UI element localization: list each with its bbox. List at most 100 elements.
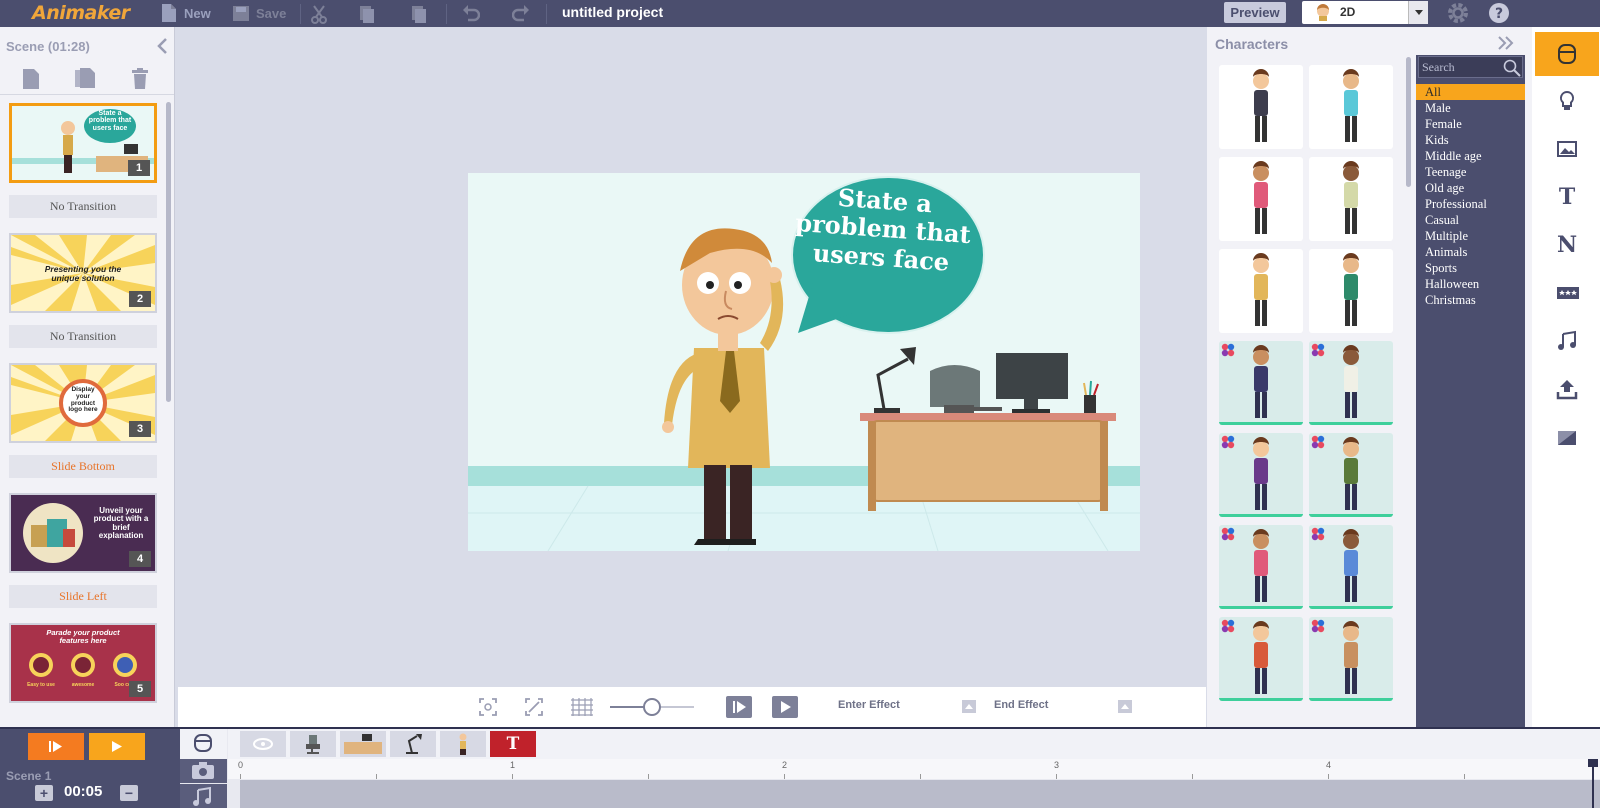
category-casual[interactable]: Casual: [1416, 212, 1525, 228]
help-icon[interactable]: ?: [1488, 2, 1510, 24]
scenes-scrollbar[interactable]: [166, 102, 171, 402]
character-tile-woman-saree[interactable]: [1219, 617, 1303, 701]
redo-icon[interactable]: [512, 4, 530, 24]
end-effect-label[interactable]: End Effect: [994, 699, 1048, 711]
rail-backgrounds-button[interactable]: [1535, 127, 1599, 171]
scene-thumbnail-4[interactable]: Unveil your product with a brief explana…: [9, 493, 157, 573]
category-all[interactable]: All: [1416, 84, 1525, 100]
category-old-age[interactable]: Old age: [1416, 180, 1525, 196]
rail-characters-button[interactable]: [1535, 32, 1599, 76]
project-title[interactable]: untitled project: [562, 4, 663, 20]
expand-icon[interactable]: [524, 697, 544, 717]
transition-4[interactable]: Slide Left: [9, 585, 157, 608]
end-effect-toggle-icon[interactable]: [1118, 700, 1132, 713]
office-chair[interactable]: [930, 365, 980, 413]
play-scene-from-start-button[interactable]: [28, 733, 84, 760]
scene-thumbnail-3[interactable]: Display your product logo here 3: [9, 363, 157, 443]
character-tile-girl[interactable]: [1219, 157, 1303, 241]
copy-icon[interactable]: [358, 4, 376, 24]
play-button[interactable]: [772, 696, 798, 718]
category-halloween[interactable]: Halloween: [1416, 276, 1525, 292]
enter-effect-toggle-icon[interactable]: [962, 700, 976, 713]
play-scene-button[interactable]: [89, 733, 145, 760]
timeline-playhead[interactable]: [1588, 759, 1598, 808]
enter-effect-label[interactable]: Enter Effect: [838, 699, 900, 711]
timeline-object-hidden[interactable]: [240, 731, 286, 757]
save-button[interactable]: Save: [232, 3, 286, 23]
category-male[interactable]: Male: [1416, 100, 1525, 116]
timeline-character-tab[interactable]: [180, 729, 227, 759]
rail-props-button[interactable]: [1535, 79, 1599, 123]
timeline-object-text[interactable]: T: [490, 731, 536, 757]
category-sports[interactable]: Sports: [1416, 260, 1525, 276]
desk-lamp[interactable]: [874, 347, 916, 413]
paste-icon[interactable]: [410, 4, 428, 24]
characters-scrollbar[interactable]: [1406, 57, 1411, 187]
delete-scene-icon[interactable]: [129, 67, 151, 91]
character-tile-african-man[interactable]: [1309, 433, 1393, 517]
category-multiple[interactable]: Multiple: [1416, 228, 1525, 244]
timeline-track-bar[interactable]: [240, 780, 1600, 808]
character-tile-office-man[interactable]: [1219, 249, 1303, 333]
timeline-object-character[interactable]: [440, 731, 486, 757]
timeline-object-desk[interactable]: [340, 731, 386, 757]
mode-select[interactable]: 2D: [1302, 1, 1428, 24]
character-tile-mummy[interactable]: [1309, 157, 1393, 241]
collapse-panel-icon[interactable]: [156, 37, 168, 55]
character-tile-man-kurta[interactable]: [1309, 617, 1393, 701]
transition-3[interactable]: Slide Bottom: [9, 455, 157, 478]
increase-duration-button[interactable]: +: [35, 785, 53, 801]
category-professional[interactable]: Professional: [1416, 196, 1525, 212]
character-tile-boy[interactable]: [1309, 249, 1393, 333]
timeline-object-chair[interactable]: [290, 731, 336, 757]
rail-numbers-button[interactable]: N: [1535, 223, 1599, 267]
undo-icon[interactable]: [462, 4, 480, 24]
transition-1[interactable]: No Transition: [9, 195, 157, 218]
scene-thumbnail-1[interactable]: State a problem that users face 1: [9, 103, 157, 183]
character-tile-nurse[interactable]: [1309, 65, 1393, 149]
character-tile-chinese-woman[interactable]: [1219, 525, 1303, 609]
timeline-object-lamp[interactable]: [390, 731, 436, 757]
character-tile-businesswoman[interactable]: [1219, 65, 1303, 149]
add-scene-icon[interactable]: [20, 67, 42, 91]
category-christmas[interactable]: Christmas: [1416, 292, 1525, 308]
pencil-cup[interactable]: [1083, 380, 1099, 413]
character-tile-woman-hijab[interactable]: [1219, 341, 1303, 425]
play-from-start-button[interactable]: [726, 696, 752, 718]
grid-icon[interactable]: [570, 697, 594, 717]
category-kids[interactable]: Kids: [1416, 132, 1525, 148]
new-button[interactable]: New: [160, 3, 211, 23]
scene-thumbnail-2[interactable]: Presenting you the unique solution 2: [9, 233, 157, 313]
scene-canvas[interactable]: State a problem that users face: [468, 173, 1140, 551]
speech-bubble-text[interactable]: State a problem that users face: [785, 180, 980, 278]
category-teenage[interactable]: Teenage: [1416, 164, 1525, 180]
category-middle-age[interactable]: Middle age: [1416, 148, 1525, 164]
decrease-duration-button[interactable]: −: [120, 785, 138, 801]
category-female[interactable]: Female: [1416, 116, 1525, 132]
character-tile-arab-man[interactable]: [1309, 341, 1393, 425]
zoom-slider-handle[interactable]: [643, 698, 661, 716]
rail-upload-button[interactable]: [1535, 367, 1599, 411]
fit-to-screen-icon[interactable]: [478, 697, 498, 717]
computer-monitor[interactable]: [968, 353, 1068, 413]
transition-2[interactable]: No Transition: [9, 325, 157, 348]
character-tile-man-blue-shirt[interactable]: [1309, 525, 1393, 609]
timeline-camera-tab[interactable]: [180, 759, 227, 783]
rail-music-button[interactable]: [1535, 319, 1599, 363]
scene-thumbnail-5[interactable]: Parade your product features here Easy t…: [9, 623, 157, 703]
category-animals[interactable]: Animals: [1416, 244, 1525, 260]
duplicate-scene-icon[interactable]: [74, 67, 96, 91]
office-desk[interactable]: [860, 413, 1116, 511]
gear-icon[interactable]: [1447, 2, 1469, 24]
rail-background-color-button[interactable]: [1535, 415, 1599, 459]
preview-button[interactable]: Preview: [1224, 2, 1286, 23]
search-icon[interactable]: [1503, 59, 1521, 77]
rail-text-button[interactable]: T: [1535, 175, 1599, 219]
character-search-input[interactable]: [1422, 59, 1500, 75]
double-chevron-right-icon[interactable]: [1497, 35, 1515, 51]
chevron-down-icon[interactable]: [1408, 1, 1428, 24]
cut-icon[interactable]: [310, 4, 328, 24]
rail-effects-button[interactable]: [1535, 271, 1599, 315]
timeline-music-tab[interactable]: [180, 784, 227, 808]
character-tile-indian-woman[interactable]: [1219, 433, 1303, 517]
